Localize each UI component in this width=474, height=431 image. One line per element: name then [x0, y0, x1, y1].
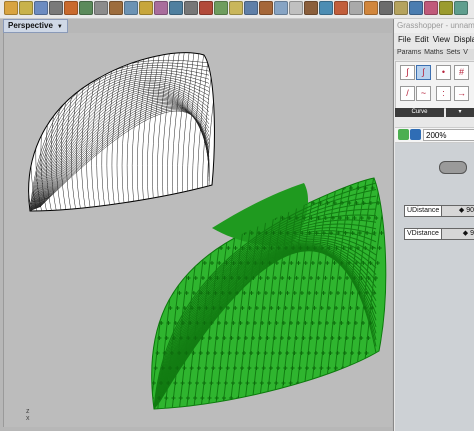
surface-node[interactable]	[439, 161, 467, 174]
viewport-canvas	[28, 52, 387, 410]
cut-icon[interactable]	[304, 1, 318, 15]
curve-b-icon[interactable]: ∫	[416, 65, 431, 80]
line-icon[interactable]: /	[400, 86, 415, 101]
perspective-viewport[interactable]	[3, 33, 392, 427]
zoom-field[interactable]	[423, 129, 474, 141]
bulb-icon[interactable]	[139, 1, 153, 15]
grasshopper-title: Grasshopper - unnamed	[394, 19, 474, 33]
grasshopper-zoom-bar	[395, 127, 474, 143]
palette-icon[interactable]	[364, 1, 378, 15]
grid-icon[interactable]	[79, 1, 93, 15]
white-surface	[28, 52, 215, 212]
curve-a-icon[interactable]: ∫	[400, 65, 415, 80]
green-surface	[151, 177, 387, 410]
vdistance-label: VDistance	[405, 229, 442, 239]
menu-edit[interactable]: Edit	[415, 35, 429, 44]
menu-file[interactable]: File	[398, 35, 411, 44]
world-axes-icon: zx	[26, 408, 30, 422]
gear-icon[interactable]	[199, 1, 213, 15]
move-icon[interactable]	[94, 1, 108, 15]
plugin-icon[interactable]	[379, 1, 393, 15]
link-icon[interactable]	[64, 1, 78, 15]
point-icon[interactable]: •	[436, 65, 451, 80]
clip-icon[interactable]	[334, 1, 348, 15]
open-icon[interactable]	[398, 129, 409, 140]
camera-icon[interactable]	[184, 1, 198, 15]
lock-icon[interactable]	[4, 1, 18, 15]
vdistance-slider[interactable]: VDistance ◆ 9	[404, 228, 474, 240]
home-icon[interactable]	[424, 1, 438, 15]
render-icon[interactable]	[349, 1, 363, 15]
tab-sets[interactable]: Sets	[446, 49, 460, 56]
pencil-icon[interactable]	[19, 1, 33, 15]
mesh-icon[interactable]	[214, 1, 228, 15]
main-toolbar	[0, 0, 474, 19]
grasshopper-tabs: Params Maths Sets V	[394, 49, 474, 60]
save-icon[interactable]	[410, 129, 421, 140]
component-icon-panel: ∫ ∫ • # / ~ : →	[395, 61, 474, 109]
search-icon[interactable]	[454, 1, 468, 15]
grasshopper-panel: Grasshopper - unnamed File Edit View Displa…	[393, 19, 474, 431]
viewport-label: Perspective	[8, 21, 53, 30]
bell-icon[interactable]	[439, 1, 453, 15]
grasshopper-canvas[interactable]: UDistance ◆ 90 VDistance ◆ 9	[395, 143, 474, 431]
udistance-label: UDistance	[405, 206, 443, 216]
light-icon[interactable]	[274, 1, 288, 15]
viewport-dropdown-icon[interactable]: ▼	[57, 24, 63, 30]
menu-view[interactable]: View	[433, 35, 450, 44]
hash-icon[interactable]: #	[454, 65, 469, 80]
target-icon[interactable]	[229, 1, 243, 15]
tab-maths[interactable]: Maths	[424, 49, 443, 56]
tab-params[interactable]: Params	[397, 49, 421, 56]
udistance-value: ◆ 90	[458, 207, 474, 214]
arrow-icon[interactable]: →	[454, 86, 469, 101]
boat-icon[interactable]	[319, 1, 333, 15]
ruler-icon[interactable]	[169, 1, 183, 15]
udistance-slider[interactable]: UDistance ◆ 90	[404, 205, 474, 217]
refresh-icon[interactable]	[124, 1, 138, 15]
poly-icon[interactable]: ~	[416, 86, 431, 101]
brush-icon[interactable]	[154, 1, 168, 15]
help-icon[interactable]	[409, 1, 423, 15]
menu-display[interactable]: Display	[454, 35, 474, 44]
dots-icon[interactable]: :	[436, 86, 451, 101]
tools-icon[interactable]	[394, 1, 408, 15]
curve-category-dropdown[interactable]: ▾	[446, 108, 474, 117]
folder-icon[interactable]	[259, 1, 273, 15]
cube-icon[interactable]	[34, 1, 48, 15]
vdistance-value: ◆ 9	[462, 230, 474, 237]
drop-icon[interactable]	[289, 1, 303, 15]
sphere-icon[interactable]	[49, 1, 63, 15]
viewport-tab-perspective[interactable]: Perspective ▼	[3, 19, 68, 33]
grasshopper-menu: File Edit View Display	[394, 35, 474, 47]
star-icon[interactable]	[244, 1, 258, 15]
curve-category-label: Curve	[395, 108, 444, 117]
layers-icon[interactable]	[109, 1, 123, 15]
tab-v[interactable]: V	[463, 49, 468, 56]
